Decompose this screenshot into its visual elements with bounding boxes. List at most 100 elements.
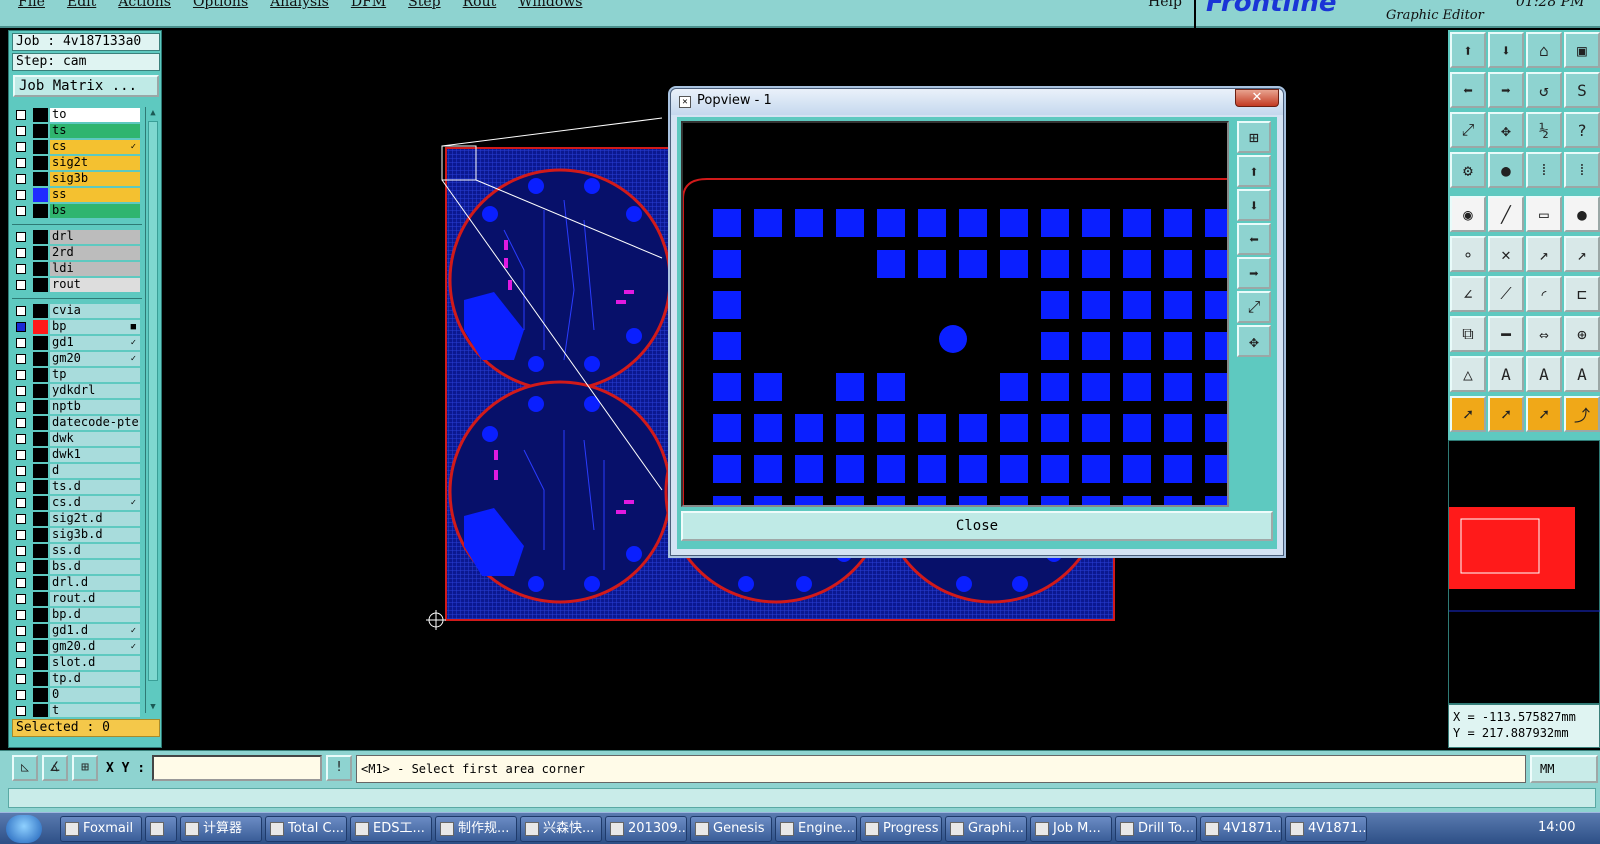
layer-color-swatch[interactable]: [33, 544, 48, 558]
layer-color-swatch[interactable]: [33, 640, 48, 654]
layer-checkbox[interactable]: [16, 594, 26, 604]
scroll-down-icon[interactable]: ▼: [147, 701, 159, 713]
ruler-icon[interactable]: ▭: [1526, 196, 1562, 232]
taskbar-item[interactable]: 201309...: [605, 816, 687, 842]
connect-icon[interactable]: ∘: [1450, 236, 1486, 272]
pan-down-icon[interactable]: ⬇: [1488, 32, 1524, 68]
layer-color-swatch[interactable]: [33, 278, 48, 292]
pointer-icon[interactable]: ➚: [1450, 396, 1486, 432]
layer-checkbox[interactable]: [16, 306, 26, 316]
layer-checkbox[interactable]: [16, 658, 26, 668]
layer-color-swatch[interactable]: [33, 512, 48, 526]
layer-row-sig3b-d[interactable]: sig3b.d: [12, 527, 142, 543]
copy-icon[interactable]: ⧉: [1450, 316, 1486, 352]
layer-scrollbar[interactable]: ▲ ▼: [145, 107, 159, 713]
layer-checkbox[interactable]: [16, 466, 26, 476]
layer-color-swatch[interactable]: [33, 576, 48, 590]
layer-name[interactable]: rout.d: [50, 592, 140, 606]
layer-name[interactable]: nptb: [50, 400, 140, 414]
layer-checkbox[interactable]: [16, 206, 26, 216]
layer-row-gd1[interactable]: gd1 ✓: [12, 335, 142, 351]
start-button[interactable]: [6, 815, 42, 843]
layer-name[interactable]: 2rd: [50, 246, 140, 260]
layer-color-swatch[interactable]: [33, 560, 48, 574]
layer-name[interactable]: bs.d: [50, 560, 140, 574]
layer-row-dwk[interactable]: dwk: [12, 431, 142, 447]
layer-color-swatch[interactable]: [33, 188, 48, 202]
layer-name[interactable]: ydkdrl: [50, 384, 140, 398]
taskbar-item[interactable]: Foxmail: [60, 816, 142, 842]
layer-checkbox[interactable]: [16, 690, 26, 700]
layer-color-swatch[interactable]: [33, 304, 48, 318]
layer-name[interactable]: d: [50, 464, 140, 478]
layer-color-swatch[interactable]: [33, 528, 48, 542]
taskbar-item[interactable]: Total C...: [265, 816, 347, 842]
layer-name[interactable]: cs ✓: [50, 140, 140, 154]
cut-icon[interactable]: ━: [1488, 316, 1524, 352]
layer-checkbox[interactable]: [16, 450, 26, 460]
layer-row-sig2t-d[interactable]: sig2t.d: [12, 511, 142, 527]
layer-row-tp-d[interactable]: tp.d: [12, 671, 142, 687]
menu-windows[interactable]: Windows: [518, 0, 582, 10]
layer-checkbox[interactable]: [16, 126, 26, 136]
layer-row-to[interactable]: to: [12, 107, 142, 123]
layers-blue-icon[interactable]: ⁞: [1564, 152, 1600, 188]
layer-row-d[interactable]: d: [12, 463, 142, 479]
line-tool-icon[interactable]: ╱: [1488, 196, 1524, 232]
layer-color-swatch[interactable]: [33, 464, 48, 478]
grid-icon[interactable]: ⊞: [72, 755, 98, 781]
surface-icon[interactable]: A: [1488, 356, 1524, 392]
measure-tool-icon[interactable]: ⚙: [1450, 152, 1486, 188]
layer-name[interactable]: sig3b: [50, 172, 140, 186]
menu-file[interactable]: File: [18, 0, 45, 10]
layer-color-swatch[interactable]: [33, 124, 48, 138]
layer-name[interactable]: gm20 ✓: [50, 352, 140, 366]
layer-color-swatch[interactable]: [33, 140, 48, 154]
feature-select-icon[interactable]: ◉: [1450, 196, 1486, 232]
layer-color-swatch[interactable]: [33, 384, 48, 398]
layer-color-swatch[interactable]: [33, 688, 48, 702]
pointer-rotate-icon[interactable]: ➚: [1526, 396, 1562, 432]
layer-checkbox[interactable]: [16, 354, 26, 364]
text-b-icon[interactable]: A: [1564, 356, 1600, 392]
layer-row-ts-d[interactable]: ts.d: [12, 479, 142, 495]
layer-checkbox[interactable]: [16, 264, 26, 274]
layer-name[interactable]: slot.d: [50, 656, 140, 670]
taskbar-item[interactable]: Genesis: [690, 816, 772, 842]
layer-color-swatch[interactable]: [33, 608, 48, 622]
menu-actions[interactable]: Actions: [118, 0, 171, 10]
delete-icon[interactable]: ✕: [1488, 236, 1524, 272]
layer-checkbox[interactable]: [16, 386, 26, 396]
layer-name[interactable]: t: [50, 704, 140, 717]
layer-color-swatch[interactable]: [33, 246, 48, 260]
layer-checkbox[interactable]: [16, 142, 26, 152]
layer-checkbox[interactable]: [16, 232, 26, 242]
pan-up-icon[interactable]: ⬆: [1450, 32, 1486, 68]
units-selector[interactable]: MM: [1530, 755, 1598, 783]
layer-checkbox[interactable]: [16, 530, 26, 540]
layer-row-rout-d[interactable]: rout.d: [12, 591, 142, 607]
taskbar-item[interactable]: Job M...: [1030, 816, 1112, 842]
layer-row-t[interactable]: t: [12, 703, 142, 717]
zoom-center-icon[interactable]: ✥: [1488, 112, 1524, 148]
layer-name[interactable]: bp ■: [50, 320, 140, 334]
layer-row-slot-d[interactable]: slot.d: [12, 655, 142, 671]
layer-row-ydkdrl[interactable]: ydkdrl: [12, 383, 142, 399]
layer-color-swatch[interactable]: [33, 416, 48, 430]
layer-color-swatch[interactable]: [33, 448, 48, 462]
layer-color-swatch[interactable]: [33, 672, 48, 686]
close-icon[interactable]: ✕: [1235, 89, 1279, 107]
zoom-in-icon[interactable]: ⊞: [1237, 121, 1271, 153]
layer-row-sig2t[interactable]: sig2t: [12, 155, 142, 171]
menu-rout[interactable]: Rout: [463, 0, 497, 10]
layer-color-swatch[interactable]: [33, 656, 48, 670]
layer-name[interactable]: sig3b.d: [50, 528, 140, 542]
layer-name[interactable]: gd1.d ✓: [50, 624, 140, 638]
layer-name[interactable]: bs: [50, 204, 140, 218]
layer-name[interactable]: tp: [50, 368, 140, 382]
layer-color-swatch[interactable]: [33, 496, 48, 510]
window-icon[interactable]: ▣: [1564, 32, 1600, 68]
layer-name[interactable]: ts.d: [50, 480, 140, 494]
layer-name[interactable]: bp.d: [50, 608, 140, 622]
layer-checkbox[interactable]: [16, 370, 26, 380]
